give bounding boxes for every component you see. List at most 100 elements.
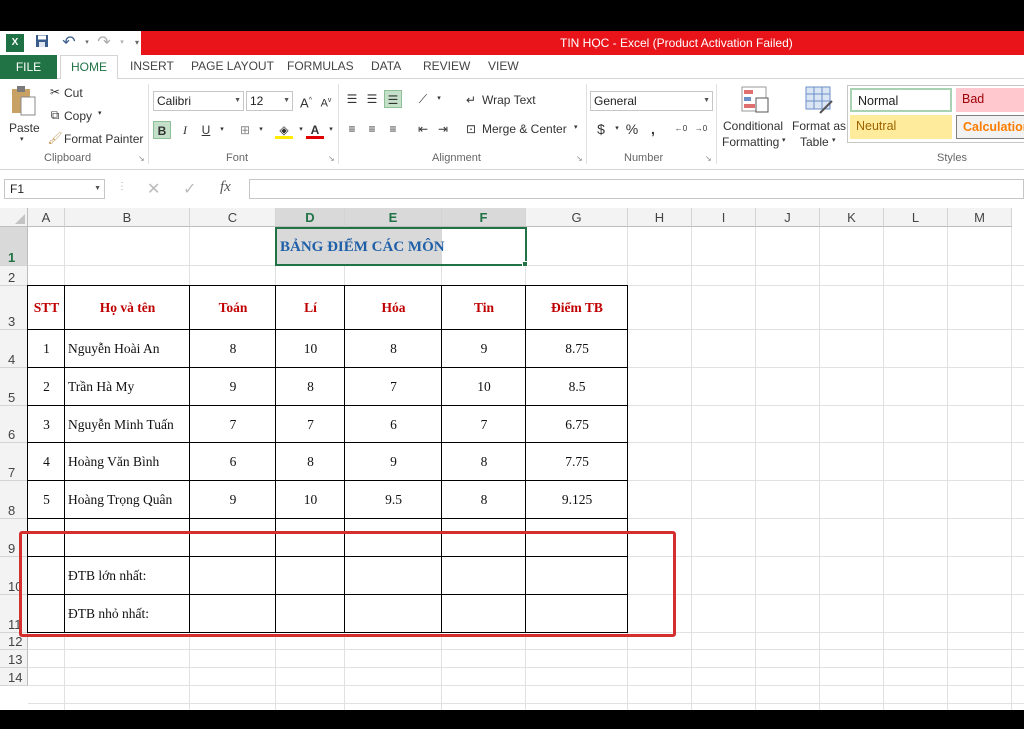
column-header-a[interactable]: A — [28, 208, 65, 227]
table-cell[interactable]: 10 — [276, 481, 345, 519]
table-header-cell[interactable]: Họ và tên — [65, 286, 190, 330]
align-top-icon[interactable]: ☰ — [343, 90, 361, 108]
style-normal[interactable]: Normal — [850, 88, 952, 112]
column-header-m[interactable]: M — [948, 208, 1012, 227]
table-cell[interactable]: 9.5 — [345, 481, 442, 519]
table-header-cell[interactable]: Lí — [276, 286, 345, 330]
table-cell[interactable]: 10 — [276, 330, 345, 368]
table-cell[interactable]: 7 — [190, 406, 276, 443]
row-header-3[interactable]: 3 — [0, 286, 28, 330]
table-cell[interactable]: 3 — [28, 406, 65, 443]
copy-button[interactable]: ⧉ Copy ▾ — [46, 106, 108, 126]
table-cell[interactable]: 10 — [442, 368, 526, 406]
cut-button[interactable]: ✂ Cut — [46, 83, 96, 103]
table-cell[interactable]: 8 — [442, 481, 526, 519]
column-header-e[interactable]: E — [345, 208, 442, 227]
increase-font-icon[interactable]: A^ — [297, 92, 315, 110]
table-cell[interactable]: 9 — [345, 443, 442, 481]
column-header-i[interactable]: I — [692, 208, 756, 227]
italic-button[interactable]: I — [176, 121, 194, 139]
table-header-cell[interactable]: STT — [28, 286, 65, 330]
tab-insert[interactable]: INSERT — [130, 55, 174, 79]
undo-dropdown-icon[interactable]: ▾ — [78, 34, 96, 52]
fill-color-icon[interactable]: ◈ — [275, 121, 293, 139]
increase-decimal-icon[interactable]: ←0 — [672, 120, 690, 138]
table-cell[interactable]: Hoàng Văn Bình — [65, 443, 190, 481]
decrease-decimal-icon[interactable]: →0 — [692, 120, 710, 138]
format-as-table-button[interactable]: Format as Table ▾ — [790, 83, 846, 149]
alignment-launcher-icon[interactable]: ↘ — [576, 154, 583, 163]
column-header-b[interactable]: B — [65, 208, 190, 227]
font-launcher-icon[interactable]: ↘ — [328, 154, 335, 163]
table-cell[interactable]: 2 — [28, 368, 65, 406]
name-box[interactable]: F1 ▼ — [4, 179, 105, 199]
clipboard-launcher-icon[interactable]: ↘ — [138, 154, 145, 163]
table-header-cell[interactable]: Hóa — [345, 286, 442, 330]
table-cell[interactable]: 7.75 — [526, 443, 628, 481]
table-header-cell[interactable]: Toán — [190, 286, 276, 330]
row-header-13[interactable]: 13 — [0, 650, 28, 668]
table-cell[interactable]: 8 — [276, 443, 345, 481]
column-header-k[interactable]: K — [820, 208, 884, 227]
select-all-corner[interactable] — [0, 208, 28, 227]
number-format-select[interactable]: General ▼ — [590, 91, 713, 111]
tab-formulas[interactable]: FORMULAS — [287, 55, 354, 79]
sheet-title[interactable]: BẢNG ĐIỂM CÁC MÔN — [277, 229, 445, 266]
align-left-icon[interactable]: ≡ — [343, 120, 361, 138]
table-cell[interactable]: 9 — [190, 368, 276, 406]
row-header-6[interactable]: 6 — [0, 406, 28, 443]
table-cell[interactable]: 8 — [276, 368, 345, 406]
table-cell[interactable]: 9 — [442, 330, 526, 368]
column-header-j[interactable]: J — [756, 208, 820, 227]
tab-view[interactable]: VIEW — [488, 55, 519, 79]
decrease-indent-icon[interactable]: ⇤ — [414, 120, 432, 138]
table-cell[interactable]: Nguyễn Hoài An — [65, 330, 190, 368]
formula-input[interactable] — [249, 179, 1024, 199]
table-cell[interactable]: 7 — [345, 368, 442, 406]
table-cell[interactable]: 6 — [190, 443, 276, 481]
table-cell[interactable]: Hoàng Trọng Quân — [65, 481, 190, 519]
table-cell[interactable]: 8.75 — [526, 330, 628, 368]
row-header-1[interactable]: 1 — [0, 227, 28, 266]
number-launcher-icon[interactable]: ↘ — [705, 154, 712, 163]
tab-home[interactable]: HOME — [60, 55, 118, 80]
tab-review[interactable]: REVIEW — [423, 55, 470, 79]
font-size-select[interactable]: 12 ▼ — [246, 91, 293, 111]
orientation-dropdown-icon[interactable]: ▾ — [430, 90, 448, 108]
table-cell[interactable]: Trần Hà My — [65, 368, 190, 406]
table-cell[interactable]: 7 — [276, 406, 345, 443]
row-header-7[interactable]: 7 — [0, 443, 28, 481]
row-header-5[interactable]: 5 — [0, 368, 28, 406]
save-icon[interactable] — [33, 34, 51, 52]
enter-icon[interactable]: ✓ — [183, 179, 196, 199]
percent-button[interactable]: % — [623, 120, 641, 138]
align-bottom-icon[interactable]: ☰ — [384, 90, 402, 108]
table-header-cell[interactable]: Tin — [442, 286, 526, 330]
column-header-d[interactable]: D — [276, 208, 345, 227]
table-cell[interactable]: 5 — [28, 481, 65, 519]
tab-page-layout[interactable]: PAGE LAYOUT — [191, 55, 274, 79]
table-cell[interactable]: 9.125 — [526, 481, 628, 519]
merge-center-button[interactable]: ⊡ Merge & Center ▾ — [462, 120, 584, 140]
table-cell[interactable]: 8 — [442, 443, 526, 481]
column-header-c[interactable]: C — [190, 208, 276, 227]
undo-icon[interactable]: ↶ — [60, 34, 78, 52]
style-neutral[interactable]: Neutral — [850, 115, 952, 139]
comma-button[interactable]: , — [644, 120, 662, 138]
conditional-formatting-button[interactable]: Conditional Formatting ▾ — [720, 83, 790, 149]
style-bad[interactable]: Bad — [956, 88, 1024, 112]
style-calculation[interactable]: Calculation — [956, 115, 1024, 139]
insert-function-icon[interactable]: fx — [220, 179, 231, 196]
font-name-select[interactable]: Calibri ▼ — [153, 91, 244, 111]
column-header-g[interactable]: G — [526, 208, 628, 227]
table-cell[interactable]: 6.75 — [526, 406, 628, 443]
cancel-icon[interactable]: ✕ — [147, 179, 160, 199]
column-header-l[interactable]: L — [884, 208, 948, 227]
align-middle-icon[interactable]: ☰ — [363, 90, 381, 108]
column-header-h[interactable]: H — [628, 208, 692, 227]
format-painter-button[interactable]: 🖌 Format Painter — [46, 129, 144, 149]
wrap-text-button[interactable]: ↵ Wrap Text — [462, 91, 546, 111]
table-cell[interactable]: 4 — [28, 443, 65, 481]
table-cell[interactable]: 6 — [345, 406, 442, 443]
table-cell[interactable]: 8 — [345, 330, 442, 368]
